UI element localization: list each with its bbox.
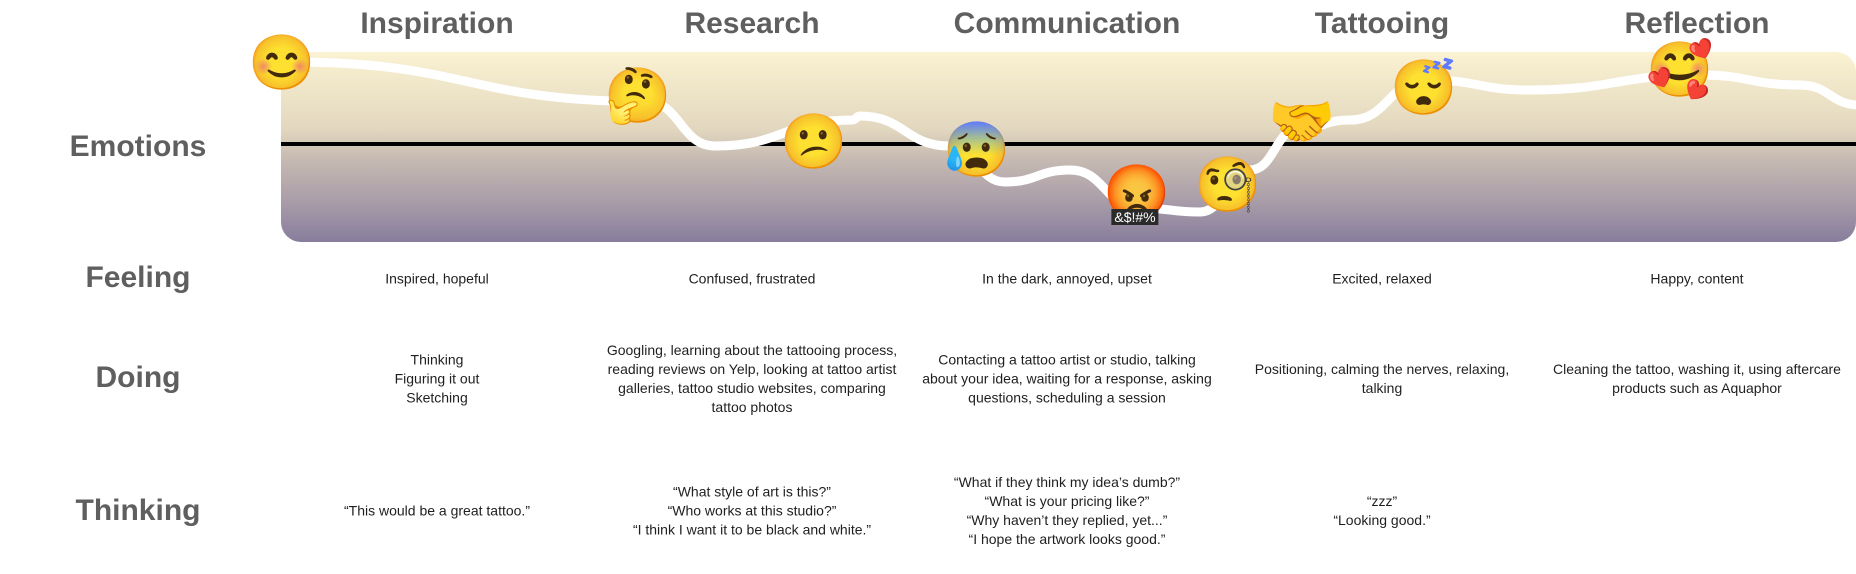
phase-title-research: Research bbox=[684, 7, 820, 40]
phase-title-inspiration: Inspiration bbox=[360, 7, 514, 40]
thinking-cell-inspiration: “This would be a great tattoo.” bbox=[344, 502, 530, 519]
smiling-face-icon: 😊 bbox=[248, 33, 316, 93]
feeling-cell-communication: In the dark, annoyed, upset bbox=[982, 270, 1152, 287]
grawlix-caption: &$!#% bbox=[1111, 209, 1159, 225]
handshake-icon: 🤝 bbox=[1268, 92, 1336, 152]
monocle-face-icon: 🧐 bbox=[1194, 155, 1262, 215]
doing-cell-inspiration: Thinking Figuring it out Sketching bbox=[394, 351, 480, 406]
feeling-cell-inspiration: Inspired, hopeful bbox=[385, 270, 489, 287]
doing-cell-communication: Contacting a tattoo artist or studio, ta… bbox=[922, 351, 1212, 406]
thinking-cell-research: “What style of art is this?” “Who works a… bbox=[632, 483, 872, 538]
row-label-feeling: Feeling bbox=[85, 261, 191, 294]
feeling-cell-research: Confused, frustrated bbox=[688, 270, 816, 287]
row-label-emotions: Emotions bbox=[69, 130, 207, 163]
phase-title-tattooing: Tattooing bbox=[1314, 7, 1450, 40]
emotion-band bbox=[281, 52, 1856, 242]
emotion-curve-canvas bbox=[281, 57, 1856, 217]
phase-title-communication: Communication bbox=[953, 7, 1181, 40]
emotion-curve bbox=[281, 57, 1856, 217]
sleeping-face-icon: 😴 bbox=[1390, 58, 1458, 118]
feeling-cell-reflection: Happy, content bbox=[1650, 270, 1744, 287]
thinking-cell-tattooing: “zzz” “Looking good.” bbox=[1333, 493, 1431, 528]
thinking-face-icon: 🤔 bbox=[604, 66, 672, 126]
row-label-doing: Doing bbox=[95, 361, 181, 394]
doing-cell-research: Googling, learning about the tattooing p… bbox=[606, 342, 898, 415]
confused-face-icon: 😕 bbox=[780, 112, 848, 172]
row-label-thinking: Thinking bbox=[75, 494, 201, 527]
anxious-sweat-face-icon: 😰 bbox=[943, 120, 1011, 180]
thinking-cell-communication: “What if they think my idea’s dumb?” “Wha… bbox=[953, 474, 1181, 547]
doing-cell-tattooing: Positioning, calming the nerves, relaxin… bbox=[1254, 361, 1510, 396]
smiling-face-hearts-icon: 🥰 bbox=[1646, 40, 1714, 100]
feeling-cell-tattooing: Excited, relaxed bbox=[1332, 270, 1432, 287]
doing-cell-reflection: Cleaning the tattoo, washing it, using a… bbox=[1553, 361, 1841, 396]
